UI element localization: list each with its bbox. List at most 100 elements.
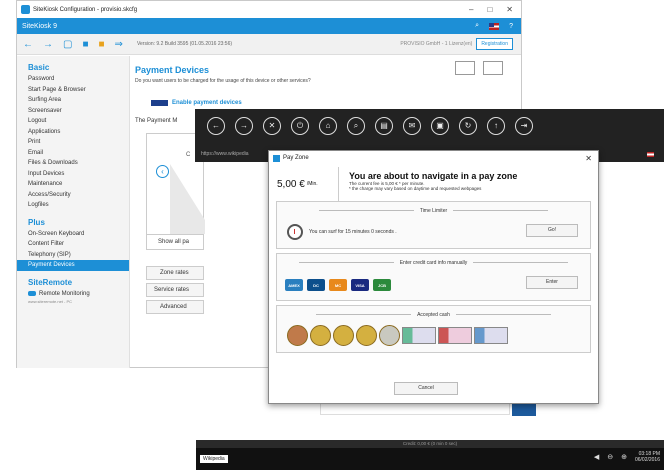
cash-section: Accepted cash [276, 305, 591, 353]
fee-amount: 5,00 € [277, 178, 305, 190]
clock-date: 06/02/2016 [634, 457, 660, 463]
maximize-icon[interactable]: □ [487, 5, 492, 14]
forward-arrow-icon[interactable]: → [43, 39, 53, 50]
dialog-titlebar: Pay Zone ✕ [269, 151, 598, 165]
show-all-button[interactable]: Show all pa [146, 234, 204, 250]
app-name: SiteKiosk 9 [22, 22, 58, 30]
sidebar-item-applications[interactable]: Applications [17, 127, 129, 138]
browser-tab[interactable]: Wikipedia [200, 455, 228, 463]
print-icon[interactable]: ▤ [375, 117, 393, 135]
banknote-icon [474, 327, 508, 344]
sidebar-item-print[interactable]: Print [17, 137, 129, 148]
charge-note: * the charge may vary based on daytime a… [349, 186, 482, 191]
search-icon[interactable]: ⌕ [347, 117, 365, 135]
enable-label: Enable payment devices [172, 100, 242, 106]
section-plus: Plus [28, 217, 45, 227]
screen-icon[interactable]: ▣ [431, 117, 449, 135]
registration-button[interactable]: Registration [476, 38, 513, 50]
save-icon[interactable]: ■ [99, 39, 105, 50]
remote-label: Remote Monitoring [39, 290, 90, 297]
sidebar-item-payment-devices[interactable]: Payment Devices [17, 260, 129, 271]
banknote-icon [438, 327, 472, 344]
enter-button[interactable]: Enter [526, 276, 578, 289]
enable-payment-toggle-row[interactable]: Enable payment devices [131, 84, 521, 106]
language-flag-icon[interactable] [647, 152, 654, 157]
minimize-icon[interactable]: – [469, 5, 473, 14]
stopwatch-icon [287, 224, 303, 240]
prev-icon[interactable]: ◀ [594, 453, 599, 461]
sidebar-item-logout[interactable]: Logout [17, 116, 129, 127]
sidebar-item-maintenance[interactable]: Maintenance [17, 179, 129, 190]
sidebar-item-keyboard[interactable]: On-Screen Keyboard [17, 229, 129, 240]
open-folder-icon[interactable]: ■ [82, 39, 88, 50]
chevron-left-icon[interactable]: ‹ [156, 165, 169, 178]
home-icon[interactable]: ⌂ [319, 117, 337, 135]
sidebar-item-email[interactable]: Email [17, 148, 129, 159]
tab-advanced[interactable]: Advanced [146, 300, 204, 314]
go-button[interactable]: Go! [526, 224, 578, 237]
run-icon[interactable]: ⇒ [115, 39, 123, 50]
mail-icon[interactable]: ✉ [403, 117, 421, 135]
preview-thumbnails [455, 61, 503, 75]
cash-title: Accepted cash [277, 312, 590, 318]
coin-icon [356, 325, 377, 346]
tab-zone-rates[interactable]: Zone rates [146, 266, 204, 280]
sidebar-item-content-filter[interactable]: Content Filter [17, 239, 129, 250]
sidebar-item-password[interactable]: Password [17, 74, 129, 85]
sidebar-item-access-security[interactable]: Access/Security [17, 190, 129, 201]
sidebar-item-surfing-area[interactable]: Surfing Area [17, 95, 129, 106]
coin-icon [310, 325, 331, 346]
preview-thumbnail[interactable] [455, 61, 475, 75]
system-tray: ◀ ⊖ ⊕ 03:18 PM 06/02/2016 [594, 451, 660, 463]
toolbar: ← → ▢ ■ ■ ⇒ Version: 9.2 Build 3595 (01.… [17, 34, 521, 55]
license-text: PROVISIO GmbH - 1 Lizenz(en) [400, 41, 473, 47]
back-arrow-icon[interactable]: ← [23, 39, 33, 50]
mastercard-icon: MC [329, 279, 347, 291]
forward-icon[interactable]: → [235, 117, 253, 135]
address-bar[interactable]: https://www.wikipedia [201, 151, 249, 157]
search-icon[interactable]: ⌕ [475, 22, 479, 30]
sidebar-item-files[interactable]: Files & Downloads [17, 158, 129, 169]
payzone-icon [273, 154, 280, 162]
credit-bar: Credit: 0,00 € (0 min 0 sec) [196, 440, 664, 448]
new-file-icon[interactable]: ▢ [63, 39, 72, 50]
fee-display: 5,00 € /Min. [277, 167, 339, 201]
upload-icon[interactable]: ↑ [487, 117, 505, 135]
volume-icon[interactable]: ⊖ [607, 453, 613, 461]
remote-url: www.siteremote.net - PC [28, 298, 73, 304]
preview-thumbnail[interactable] [483, 61, 503, 75]
close-icon[interactable]: ✕ [506, 5, 513, 14]
sidebar-item-telephony[interactable]: Telephony (SIP) [17, 250, 129, 261]
help-icon[interactable]: ? [509, 23, 513, 30]
network-icon[interactable]: ⊕ [621, 453, 627, 461]
fee-unit: /Min. [306, 181, 318, 187]
time-limiter-section: Time Limiter You can surf for 15 minutes… [276, 201, 591, 249]
tab-service-rates[interactable]: Service rates [146, 283, 204, 297]
amex-icon: AMEX [285, 279, 303, 291]
sidebar-item-input-devices[interactable]: Input Devices [17, 169, 129, 180]
pay-zone-dialog: Pay Zone ✕ 5,00 € /Min. You are about to… [268, 150, 599, 404]
cancel-button[interactable]: Cancel [394, 382, 458, 395]
exit-icon[interactable]: ⇥ [515, 117, 533, 135]
jcb-icon: JCB [373, 279, 391, 291]
enable-toggle[interactable] [151, 100, 168, 106]
refresh-icon[interactable]: ↻ [459, 117, 477, 135]
section-basic: Basic [28, 63, 50, 72]
sidebar-item-remote-monitoring[interactable]: Remote Monitoring [17, 289, 129, 299]
power-icon[interactable]: ⏻ [291, 117, 309, 135]
sidebar-item-logfiles[interactable]: Logfiles [17, 200, 129, 211]
surf-time-text: You can surf for 15 minutes 0 seconds . [309, 229, 397, 235]
window-titlebar: SiteKiosk Configuration - provisio.skcfg… [17, 1, 521, 18]
dialog-title: Pay Zone [283, 155, 309, 161]
sidebar-item-screensaver[interactable]: Screensaver [17, 106, 129, 117]
diners-icon: DC [307, 279, 325, 291]
back-icon[interactable]: ← [207, 117, 225, 135]
version-text: Version: 9.2 Build 3595 (01.05.2016 23:5… [136, 41, 233, 47]
language-flag-icon[interactable] [489, 22, 500, 30]
page-subtitle: Do you want users to be charged for the … [135, 78, 311, 84]
sidebar-item-start-page[interactable]: Start Page & Browser [17, 85, 129, 96]
dialog-close-icon[interactable]: ✕ [585, 154, 598, 163]
close-icon[interactable]: ✕ [263, 117, 281, 135]
coin-icon [287, 325, 308, 346]
credit-card-section: Enter credit card info manually AMEX DC … [276, 253, 591, 301]
